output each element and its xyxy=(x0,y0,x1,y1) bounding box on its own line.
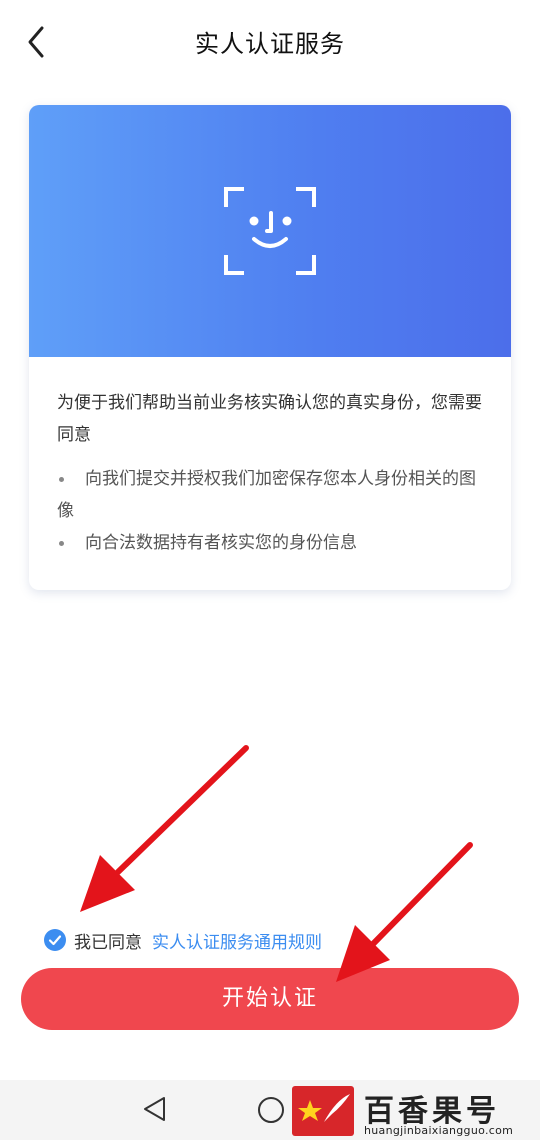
card-body: 为便于我们帮助当前业务核实确认您的真实身份，您需要同意 向我们提交并授权我们加密… xyxy=(57,387,487,559)
header: 实人认证服务 xyxy=(0,0,540,80)
watermark: 百香果号 huangjinbaixiangguo.com xyxy=(292,1086,538,1138)
nav-back-icon[interactable] xyxy=(142,1095,168,1123)
agreement-row: 我已同意 实人认证服务通用规则 xyxy=(44,926,322,954)
consent-list: 向我们提交并授权我们加密保存您本人身份相关的图像 向合法数据持有者核实您的身份信… xyxy=(57,463,487,559)
watermark-logo xyxy=(292,1086,354,1136)
face-scan-icon xyxy=(224,187,316,275)
page-title: 实人认证服务 xyxy=(195,30,345,58)
arrow-icon xyxy=(336,842,473,982)
start-verification-button[interactable]: 开始认证 xyxy=(21,968,519,1030)
list-item-text: 向合法数据持有者核实您的身份信息 xyxy=(85,533,357,553)
checkmark-circle-icon[interactable] xyxy=(44,929,66,951)
card-banner xyxy=(29,105,511,357)
arrow-icon xyxy=(80,745,249,912)
bullet-icon xyxy=(59,477,64,482)
list-item: 向合法数据持有者核实您的身份信息 xyxy=(57,527,487,559)
nav-home-icon[interactable] xyxy=(258,1097,284,1123)
watermark-url: huangjinbaixiangguo.com xyxy=(364,1124,514,1137)
agreement-label: 我已同意 xyxy=(74,932,142,953)
list-item-text: 向我们提交并授权我们加密保存您本人身份相关的图像 xyxy=(57,469,476,521)
terms-link[interactable]: 实人认证服务通用规则 xyxy=(152,928,322,953)
consent-intro: 为便于我们帮助当前业务核实确认您的真实身份，您需要同意 xyxy=(57,393,482,445)
bullet-icon xyxy=(59,541,64,546)
consent-card: 为便于我们帮助当前业务核实确认您的真实身份，您需要同意 向我们提交并授权我们加密… xyxy=(29,105,511,590)
list-item: 向我们提交并授权我们加密保存您本人身份相关的图像 xyxy=(57,463,487,527)
